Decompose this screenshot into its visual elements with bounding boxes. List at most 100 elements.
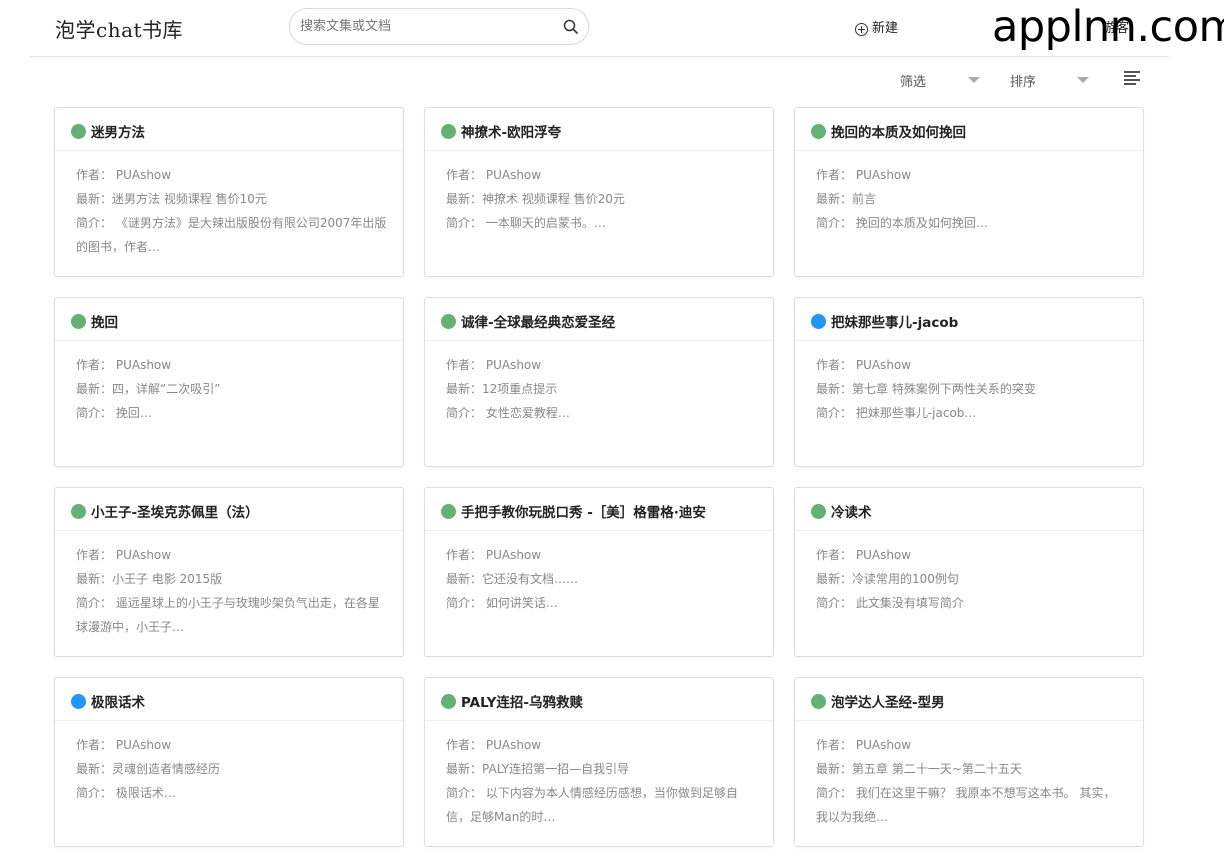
card-body: 作者： PUAshow 最新：前言 简介： 挽回的本质及如何挽回… — [795, 151, 1143, 259]
card-latest: 最新：前言 — [816, 192, 877, 206]
status-dot-icon — [71, 314, 86, 329]
card-intro: 简介： 一本聊天的启蒙书。… — [446, 216, 606, 230]
card-title[interactable]: 小王子-圣埃克苏佩里（法） — [91, 505, 259, 521]
card-header: 冷读术 — [795, 488, 1143, 531]
card-title[interactable]: 冷读术 — [831, 505, 872, 521]
search-input[interactable] — [300, 9, 555, 44]
card-author: 作者： PUAshow — [446, 548, 542, 562]
card-author: 作者： PUAshow — [446, 358, 542, 372]
card-intro: 简介： 《谜男方法》是大辣出版股份有限公司2007年出版的图书，作者… — [76, 216, 387, 254]
collection-card[interactable]: 挽回 作者： PUAshow 最新：四，详解“二次吸引” 简介： 挽回… — [54, 297, 404, 467]
card-author: 作者： PUAshow — [816, 358, 912, 372]
card-author: 作者： PUAshow — [76, 358, 172, 372]
collection-card[interactable]: 把妹那些事儿-jacob 作者： PUAshow 最新：第七章 特殊案例下两性关… — [794, 297, 1144, 467]
card-title[interactable]: 极限话术 — [91, 695, 145, 711]
status-dot-icon — [441, 314, 456, 329]
collection-card[interactable]: 神撩术-欧阳浮夸 作者： PUAshow 最新：神撩术 视频课程 售价20元 简… — [424, 107, 774, 277]
search-box — [289, 8, 589, 45]
card-latest: 最新：冷读常用的100例句 — [816, 572, 959, 586]
card-body: 作者： PUAshow 最新：第七章 特殊案例下两性关系的突变 简介： 把妹那些… — [795, 341, 1143, 449]
card-body: 作者： PUAshow 最新：第五章 第二十一天~第二十五天 简介： 我们在这里… — [795, 721, 1143, 829]
card-author: 作者： PUAshow — [76, 548, 172, 562]
card-latest: 最新：小王子 电影 2015版 — [76, 572, 223, 586]
list-view-icon[interactable] — [1124, 71, 1140, 87]
card-body: 作者： PUAshow 最新：PALY连招第一招—自我引导 简介： 以下内容为本… — [425, 721, 773, 829]
card-author: 作者： PUAshow — [76, 168, 172, 182]
new-button[interactable]: + 新建 — [855, 17, 898, 36]
new-button-label: 新建 — [872, 21, 899, 36]
card-body: 作者： PUAshow 最新：小王子 电影 2015版 简介： 遥远星球上的小王… — [55, 531, 403, 639]
card-body: 作者： PUAshow 最新：神撩术 视频课程 售价20元 简介： 一本聊天的启… — [425, 151, 773, 259]
card-header: 把妹那些事儿-jacob — [795, 298, 1143, 341]
card-title[interactable]: 泡学达人圣经-型男 — [831, 695, 945, 711]
card-intro: 简介： 以下内容为本人情感经历感想，当你做到足够自信，足够Man的时… — [446, 786, 738, 824]
card-header: 挽回的本质及如何挽回 — [795, 108, 1143, 151]
collection-card[interactable]: 迷男方法 作者： PUAshow 最新：迷男方法 视频课程 售价10元 简介： … — [54, 107, 404, 277]
card-intro: 简介： 极限话术… — [76, 786, 176, 800]
card-author: 作者： PUAshow — [446, 168, 542, 182]
card-header: 极限话术 — [55, 678, 403, 721]
card-intro: 简介： 遥远星球上的小王子与玫瑰吵架负气出走，在各星球漫游中，小王子… — [76, 596, 380, 634]
card-title[interactable]: 挽回的本质及如何挽回 — [831, 125, 966, 141]
card-body: 作者： PUAshow 最新：冷读常用的100例句 简介： 此文集没有填写简介 — [795, 531, 1143, 639]
status-dot-icon — [71, 124, 86, 139]
filter-dropdown[interactable]: 筛选 — [900, 71, 926, 90]
card-header: 泡学达人圣经-型男 — [795, 678, 1143, 721]
card-latest: 最新：第七章 特殊案例下两性关系的突变 — [816, 382, 1036, 396]
card-title[interactable]: 诚律-全球最经典恋爱圣经 — [461, 315, 615, 331]
card-title[interactable]: 迷男方法 — [91, 125, 145, 141]
collection-card[interactable]: 泡学达人圣经-型男 作者： PUAshow 最新：第五章 第二十一天~第二十五天… — [794, 677, 1144, 847]
status-dot-icon — [441, 124, 456, 139]
card-intro: 简介： 此文集没有填写简介 — [816, 596, 964, 610]
status-dot-icon — [71, 694, 86, 709]
card-body: 作者： PUAshow 最新：四，详解“二次吸引” 简介： 挽回… — [55, 341, 403, 449]
collection-card[interactable]: PALY连招-乌鸦救赎 作者： PUAshow 最新：PALY连招第一招—自我引… — [424, 677, 774, 847]
card-title[interactable]: PALY连招-乌鸦救赎 — [461, 695, 583, 711]
card-latest: 最新：12项重点提示 — [446, 382, 558, 396]
card-author: 作者： PUAshow — [446, 738, 542, 752]
card-header: 挽回 — [55, 298, 403, 341]
collection-card[interactable]: 诚律-全球最经典恋爱圣经 作者： PUAshow 最新：12项重点提示 简介： … — [424, 297, 774, 467]
card-title[interactable]: 手把手教你玩脱口秀 -［美］格雷格·迪安 — [461, 505, 706, 521]
plus-circle-icon: + — [855, 23, 868, 36]
card-title[interactable]: 神撩术-欧阳浮夸 — [461, 125, 561, 141]
card-author: 作者： PUAshow — [76, 738, 172, 752]
sort-dropdown[interactable]: 排序 — [1010, 71, 1036, 90]
site-logo[interactable]: 泡学chat书库 — [55, 14, 183, 43]
card-header: 手把手教你玩脱口秀 -［美］格雷格·迪安 — [425, 488, 773, 531]
collection-card[interactable]: 手把手教你玩脱口秀 -［美］格雷格·迪安 作者： PUAshow 最新：它还没有… — [424, 487, 774, 657]
card-intro: 简介： 我们在这里干嘛？ 我原本不想写这本书。 其实，我以为我绝… — [816, 786, 1116, 824]
collection-card[interactable]: 极限话术 作者： PUAshow 最新：灵魂创造者情感经历 简介： 极限话术… — [54, 677, 404, 847]
filter-caret-icon[interactable] — [968, 77, 980, 83]
watermark-text: applnn.com — [992, 2, 1224, 52]
status-dot-icon — [811, 694, 826, 709]
collection-card[interactable]: 挽回的本质及如何挽回 作者： PUAshow 最新：前言 简介： 挽回的本质及如… — [794, 107, 1144, 277]
card-header: PALY连招-乌鸦救赎 — [425, 678, 773, 721]
status-dot-icon — [811, 314, 826, 329]
collection-card[interactable]: 小王子-圣埃克苏佩里（法） 作者： PUAshow 最新：小王子 电影 2015… — [54, 487, 404, 657]
search-icon[interactable] — [563, 19, 579, 35]
card-body: 作者： PUAshow 最新：灵魂创造者情感经历 简介： 极限话术… — [55, 721, 403, 829]
card-latest: 最新：神撩术 视频课程 售价20元 — [446, 192, 625, 206]
status-dot-icon — [441, 694, 456, 709]
card-header: 迷男方法 — [55, 108, 403, 151]
status-dot-icon — [441, 504, 456, 519]
sort-caret-icon[interactable] — [1077, 77, 1089, 83]
card-header: 诚律-全球最经典恋爱圣经 — [425, 298, 773, 341]
card-intro: 简介： 挽回的本质及如何挽回… — [816, 216, 988, 230]
card-intro: 简介： 如何讲笑话… — [446, 596, 558, 610]
status-dot-icon — [71, 504, 86, 519]
card-latest: 最新：它还没有文档…… — [446, 572, 579, 586]
card-latest: 最新：灵魂创造者情感经历 — [76, 762, 221, 776]
card-author: 作者： PUAshow — [816, 168, 912, 182]
card-body: 作者： PUAshow 最新：迷男方法 视频课程 售价10元 简介： 《谜男方法… — [55, 151, 403, 259]
card-latest: 最新：第五章 第二十一天~第二十五天 — [816, 762, 1022, 776]
status-dot-icon — [811, 124, 826, 139]
card-intro: 简介： 女性恋爱教程… — [446, 406, 570, 420]
card-body: 作者： PUAshow 最新：它还没有文档…… 简介： 如何讲笑话… — [425, 531, 773, 639]
card-intro: 简介： 把妹那些事儿-jacob… — [816, 406, 977, 420]
card-header: 小王子-圣埃克苏佩里（法） — [55, 488, 403, 531]
collection-card[interactable]: 冷读术 作者： PUAshow 最新：冷读常用的100例句 简介： 此文集没有填… — [794, 487, 1144, 657]
card-title[interactable]: 把妹那些事儿-jacob — [831, 315, 958, 331]
card-title[interactable]: 挽回 — [91, 315, 118, 331]
